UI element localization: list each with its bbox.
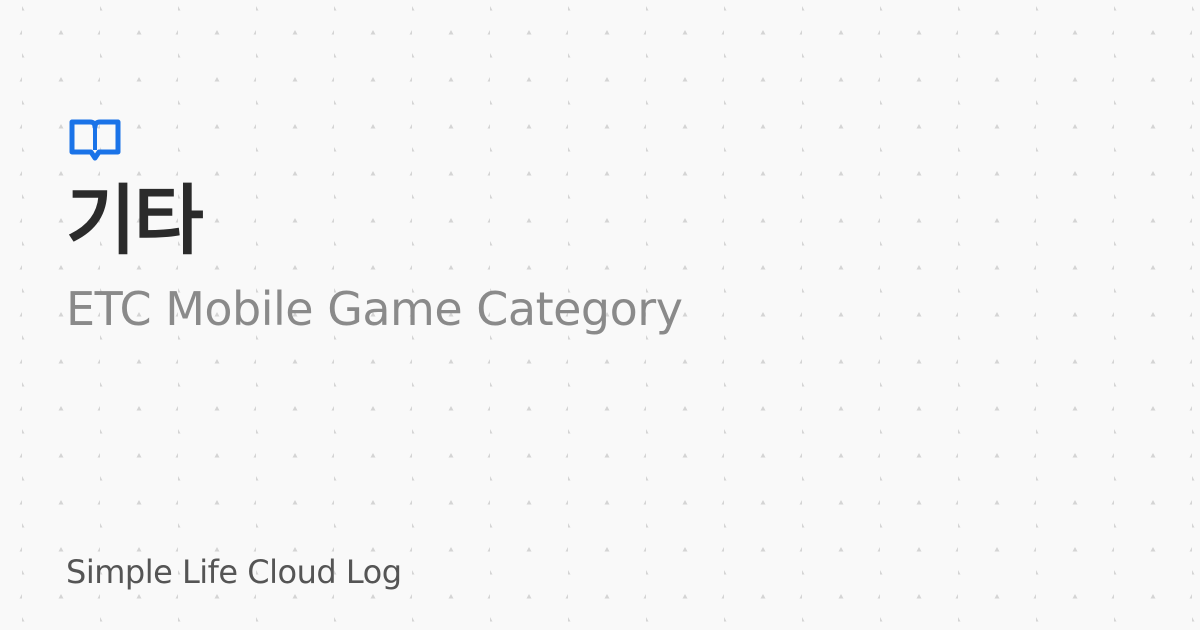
book-open-icon [69, 119, 121, 161]
category-card: 기타 ETC Mobile Game Category [66, 118, 1168, 338]
site-name: Simple Life Cloud Log [66, 553, 402, 591]
page-subtitle: ETC Mobile Game Category [66, 282, 683, 336]
page-title: 기타 [66, 176, 204, 265]
